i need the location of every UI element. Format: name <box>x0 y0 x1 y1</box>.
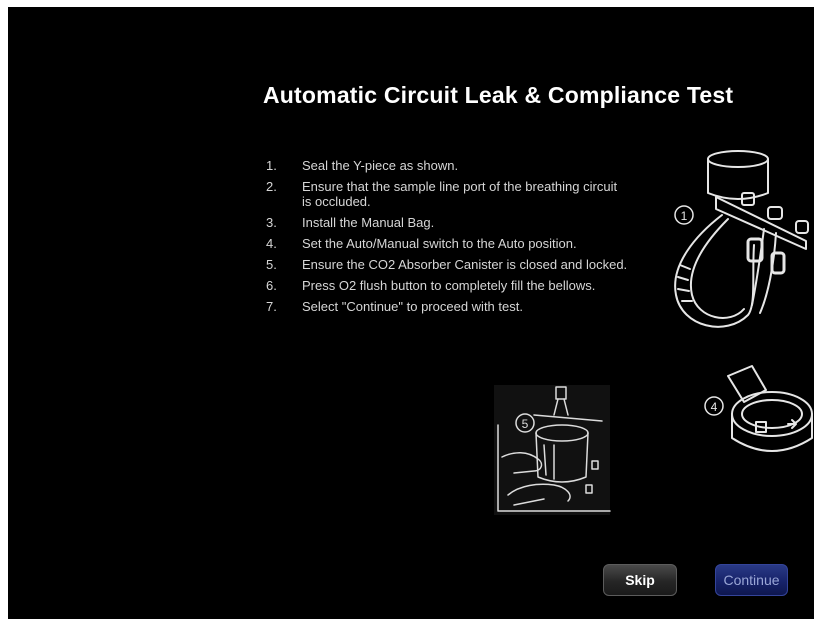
step-number: 1. <box>266 158 277 173</box>
list-item: 1. Seal the Y-piece as shown. <box>266 158 666 173</box>
auto-manual-switch-icon: 4 <box>704 365 813 452</box>
step-text: Press O2 flush button to completely fill… <box>302 278 596 293</box>
step-text: Ensure that the sample line port of the … <box>302 179 618 209</box>
svg-text:4: 4 <box>711 400 718 414</box>
list-item: 4. Set the Auto/Manual switch to the Aut… <box>266 236 666 251</box>
skip-button[interactable]: Skip <box>603 564 677 596</box>
list-item: 6. Press O2 flush button to completely f… <box>266 278 666 293</box>
callout-1: 1 <box>674 205 694 225</box>
callout-4: 4 <box>704 396 724 416</box>
step-number: 6. <box>266 278 277 293</box>
instruction-list: 1. Seal the Y-piece as shown. 2. Ensure … <box>266 158 666 320</box>
step-number: 5. <box>266 257 277 272</box>
step-number: 7. <box>266 299 277 314</box>
step-text: Set the Auto/Manual switch to the Auto p… <box>302 236 577 251</box>
svg-text:1: 1 <box>681 209 688 223</box>
step-text: Install the Manual Bag. <box>302 215 435 230</box>
step-number: 4. <box>266 236 277 251</box>
step-number: 2. <box>266 179 277 194</box>
list-item: 5. Ensure the CO2 Absorber Canister is c… <box>266 257 666 272</box>
step-text: Seal the Y-piece as shown. <box>302 158 459 173</box>
page-title: Automatic Circuit Leak & Compliance Test <box>263 82 734 108</box>
co2-canister-icon: 5 <box>494 385 611 515</box>
step-text: Select "Continue" to proceed with test. <box>302 299 523 314</box>
list-item: 7. Select "Continue" to proceed with tes… <box>266 299 666 314</box>
svg-text:5: 5 <box>522 417 529 431</box>
list-item: 2. Ensure that the sample line port of t… <box>266 179 666 209</box>
step-text: Ensure the CO2 Absorber Canister is clos… <box>302 257 628 272</box>
continue-button[interactable]: Continue <box>715 564 788 596</box>
list-item: 3. Install the Manual Bag. <box>266 215 666 230</box>
breathing-circuit-icon: 1 <box>674 150 809 328</box>
test-screen: Automatic Circuit Leak & Compliance Test… <box>8 7 814 619</box>
step-number: 3. <box>266 215 277 230</box>
